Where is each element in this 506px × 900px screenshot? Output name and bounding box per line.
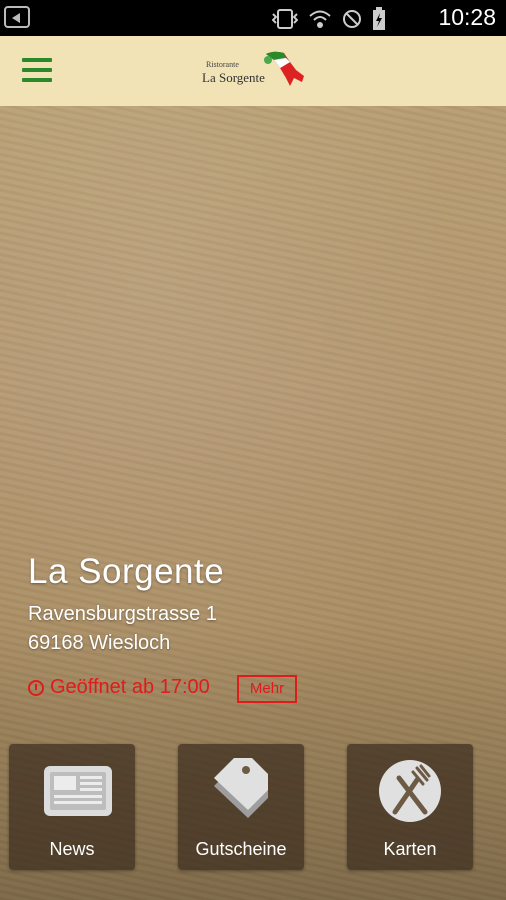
menu-icon[interactable] <box>22 58 52 84</box>
restaurant-address: Ravensburgstrasse 1 69168 Wiesloch <box>28 600 224 658</box>
menus-tile-label: Karten <box>383 839 437 859</box>
news-tile[interactable]: News <box>9 744 135 870</box>
logo-title: La Sorgente <box>202 70 265 85</box>
battery-icon <box>373 7 385 30</box>
vibrate-icon <box>272 9 298 29</box>
no-sim-icon <box>343 10 361 28</box>
opening-status: Geöffnet ab 17:00 <box>28 676 210 699</box>
menus-tile[interactable]: Karten <box>347 744 473 870</box>
address-city: 69168 Wiesloch <box>28 632 171 654</box>
clock-icon <box>28 679 44 696</box>
coupons-tile[interactable]: Gutscheine <box>178 744 304 870</box>
back-icon[interactable] <box>4 6 30 28</box>
logo-subtitle: Ristorante <box>206 60 239 69</box>
address-street: Ravensburgstrasse 1 <box>28 603 217 625</box>
news-tile-label: News <box>49 839 95 859</box>
opening-status-text: Geöffnet ab 17:00 <box>50 676 210 698</box>
app-bar: Ristorante La Sorgente <box>0 36 506 106</box>
newspaper-icon <box>44 766 112 816</box>
restaurant-name: La Sorgente <box>28 552 225 591</box>
restaurant-info: La Sorgente Ravensburgstrasse 1 69168 Wi… <box>28 552 224 658</box>
logo: Ristorante La Sorgente <box>198 48 310 96</box>
status-icons <box>272 7 386 31</box>
coupons-tile-label: Gutscheine <box>195 839 287 859</box>
wifi-icon <box>309 10 331 28</box>
italy-map-icon <box>264 51 304 86</box>
coupon-icon <box>214 758 268 818</box>
more-button[interactable]: Mehr <box>237 675 297 703</box>
status-clock: 10:28 <box>438 4 496 30</box>
fork-knife-icon <box>379 760 441 822</box>
status-bar: 10:28 <box>0 0 506 36</box>
